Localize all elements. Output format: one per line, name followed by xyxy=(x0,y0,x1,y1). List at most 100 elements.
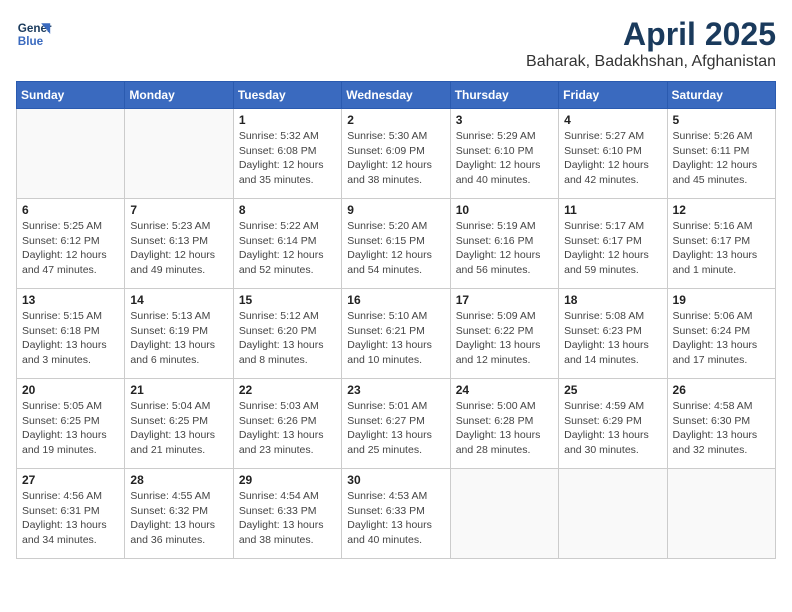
calendar-cell: 8 Sunrise: 5:22 AM Sunset: 6:14 PM Daylig… xyxy=(233,199,341,289)
day-info: Sunrise: 5:03 AM Sunset: 6:26 PM Dayligh… xyxy=(239,399,336,458)
day-info: Sunrise: 4:54 AM Sunset: 6:33 PM Dayligh… xyxy=(239,489,336,548)
day-number: 13 xyxy=(22,293,119,307)
day-number: 26 xyxy=(673,383,770,397)
day-number: 20 xyxy=(22,383,119,397)
calendar-cell: 23 Sunrise: 5:01 AM Sunset: 6:27 PM Dayli… xyxy=(342,379,450,469)
day-info: Sunrise: 5:04 AM Sunset: 6:25 PM Dayligh… xyxy=(130,399,227,458)
day-info: Sunrise: 5:26 AM Sunset: 6:11 PM Dayligh… xyxy=(673,129,770,188)
calendar-week-row: 1 Sunrise: 5:32 AM Sunset: 6:08 PM Daylig… xyxy=(17,109,776,199)
day-number: 19 xyxy=(673,293,770,307)
calendar-week-row: 6Sunrise: 5:25 AM Sunset: 6:12 PM Daylig… xyxy=(17,199,776,289)
day-number: 10 xyxy=(456,203,553,217)
day-number: 4 xyxy=(564,113,661,127)
day-info: Sunrise: 5:20 AM Sunset: 6:15 PM Dayligh… xyxy=(347,219,444,278)
calendar-table: SundayMondayTuesdayWednesdayThursdayFrid… xyxy=(16,81,776,559)
calendar-cell: 28 Sunrise: 4:55 AM Sunset: 6:32 PM Dayli… xyxy=(125,469,233,559)
day-info: Sunrise: 5:16 AM Sunset: 6:17 PM Dayligh… xyxy=(673,219,770,278)
day-number: 30 xyxy=(347,473,444,487)
weekday-header-row: SundayMondayTuesdayWednesdayThursdayFrid… xyxy=(17,82,776,109)
day-number: 25 xyxy=(564,383,661,397)
day-number: 5 xyxy=(673,113,770,127)
calendar-cell: 18 Sunrise: 5:08 AM Sunset: 6:23 PM Dayli… xyxy=(559,289,667,379)
calendar-cell: 30 Sunrise: 4:53 AM Sunset: 6:33 PM Dayli… xyxy=(342,469,450,559)
calendar-cell xyxy=(559,469,667,559)
calendar-cell: 7Sunrise: 5:23 AM Sunset: 6:13 PM Daylig… xyxy=(125,199,233,289)
day-info: Sunrise: 5:30 AM Sunset: 6:09 PM Dayligh… xyxy=(347,129,444,188)
calendar-cell: 15 Sunrise: 5:12 AM Sunset: 6:20 PM Dayli… xyxy=(233,289,341,379)
day-number: 21 xyxy=(130,383,227,397)
day-number: 23 xyxy=(347,383,444,397)
weekday-header: Sunday xyxy=(17,82,125,109)
calendar-cell: 6Sunrise: 5:25 AM Sunset: 6:12 PM Daylig… xyxy=(17,199,125,289)
calendar-cell xyxy=(17,109,125,199)
calendar-cell: 1 Sunrise: 5:32 AM Sunset: 6:08 PM Daylig… xyxy=(233,109,341,199)
calendar-cell xyxy=(667,469,775,559)
day-info: Sunrise: 5:19 AM Sunset: 6:16 PM Dayligh… xyxy=(456,219,553,278)
day-info: Sunrise: 5:25 AM Sunset: 6:12 PM Dayligh… xyxy=(22,219,119,278)
day-info: Sunrise: 5:09 AM Sunset: 6:22 PM Dayligh… xyxy=(456,309,553,368)
day-number: 28 xyxy=(130,473,227,487)
calendar-cell: 27Sunrise: 4:56 AM Sunset: 6:31 PM Dayli… xyxy=(17,469,125,559)
calendar-cell: 24Sunrise: 5:00 AM Sunset: 6:28 PM Dayli… xyxy=(450,379,558,469)
day-info: Sunrise: 5:12 AM Sunset: 6:20 PM Dayligh… xyxy=(239,309,336,368)
calendar-week-row: 27Sunrise: 4:56 AM Sunset: 6:31 PM Dayli… xyxy=(17,469,776,559)
calendar-cell: 2 Sunrise: 5:30 AM Sunset: 6:09 PM Daylig… xyxy=(342,109,450,199)
day-number: 17 xyxy=(456,293,553,307)
location-title: Baharak, Badakhshan, Afghanistan xyxy=(526,53,776,71)
day-info: Sunrise: 4:59 AM Sunset: 6:29 PM Dayligh… xyxy=(564,399,661,458)
calendar-cell xyxy=(450,469,558,559)
logo: General Blue xyxy=(16,16,52,52)
calendar-week-row: 13 Sunrise: 5:15 AM Sunset: 6:18 PM Dayli… xyxy=(17,289,776,379)
day-info: Sunrise: 5:32 AM Sunset: 6:08 PM Dayligh… xyxy=(239,129,336,188)
calendar-cell: 3Sunrise: 5:29 AM Sunset: 6:10 PM Daylig… xyxy=(450,109,558,199)
calendar-cell: 16Sunrise: 5:10 AM Sunset: 6:21 PM Dayli… xyxy=(342,289,450,379)
calendar-cell: 21 Sunrise: 5:04 AM Sunset: 6:25 PM Dayli… xyxy=(125,379,233,469)
day-info: Sunrise: 5:01 AM Sunset: 6:27 PM Dayligh… xyxy=(347,399,444,458)
calendar-cell: 20Sunrise: 5:05 AM Sunset: 6:25 PM Dayli… xyxy=(17,379,125,469)
day-info: Sunrise: 4:55 AM Sunset: 6:32 PM Dayligh… xyxy=(130,489,227,548)
day-number: 2 xyxy=(347,113,444,127)
logo-icon: General Blue xyxy=(16,16,52,52)
day-info: Sunrise: 4:58 AM Sunset: 6:30 PM Dayligh… xyxy=(673,399,770,458)
calendar-week-row: 20Sunrise: 5:05 AM Sunset: 6:25 PM Dayli… xyxy=(17,379,776,469)
day-info: Sunrise: 5:15 AM Sunset: 6:18 PM Dayligh… xyxy=(22,309,119,368)
weekday-header: Thursday xyxy=(450,82,558,109)
day-number: 15 xyxy=(239,293,336,307)
day-info: Sunrise: 5:08 AM Sunset: 6:23 PM Dayligh… xyxy=(564,309,661,368)
day-info: Sunrise: 4:53 AM Sunset: 6:33 PM Dayligh… xyxy=(347,489,444,548)
day-info: Sunrise: 5:17 AM Sunset: 6:17 PM Dayligh… xyxy=(564,219,661,278)
calendar-cell: 17 Sunrise: 5:09 AM Sunset: 6:22 PM Dayli… xyxy=(450,289,558,379)
day-info: Sunrise: 5:22 AM Sunset: 6:14 PM Dayligh… xyxy=(239,219,336,278)
calendar-cell: 22 Sunrise: 5:03 AM Sunset: 6:26 PM Dayli… xyxy=(233,379,341,469)
day-number: 22 xyxy=(239,383,336,397)
calendar-cell: 11 Sunrise: 5:17 AM Sunset: 6:17 PM Dayli… xyxy=(559,199,667,289)
day-info: Sunrise: 5:13 AM Sunset: 6:19 PM Dayligh… xyxy=(130,309,227,368)
day-info: Sunrise: 5:23 AM Sunset: 6:13 PM Dayligh… xyxy=(130,219,227,278)
calendar-cell: 9Sunrise: 5:20 AM Sunset: 6:15 PM Daylig… xyxy=(342,199,450,289)
day-info: Sunrise: 5:27 AM Sunset: 6:10 PM Dayligh… xyxy=(564,129,661,188)
calendar-cell: 13 Sunrise: 5:15 AM Sunset: 6:18 PM Dayli… xyxy=(17,289,125,379)
day-number: 11 xyxy=(564,203,661,217)
day-number: 8 xyxy=(239,203,336,217)
calendar-cell: 26 Sunrise: 4:58 AM Sunset: 6:30 PM Dayli… xyxy=(667,379,775,469)
calendar-cell xyxy=(125,109,233,199)
day-number: 24 xyxy=(456,383,553,397)
calendar-cell: 5 Sunrise: 5:26 AM Sunset: 6:11 PM Daylig… xyxy=(667,109,775,199)
calendar-cell: 25 Sunrise: 4:59 AM Sunset: 6:29 PM Dayli… xyxy=(559,379,667,469)
calendar-cell: 19 Sunrise: 5:06 AM Sunset: 6:24 PM Dayli… xyxy=(667,289,775,379)
month-title: April 2025 xyxy=(526,16,776,53)
calendar-cell: 4 Sunrise: 5:27 AM Sunset: 6:10 PM Daylig… xyxy=(559,109,667,199)
day-number: 1 xyxy=(239,113,336,127)
calendar-cell: 29 Sunrise: 4:54 AM Sunset: 6:33 PM Dayli… xyxy=(233,469,341,559)
day-number: 29 xyxy=(239,473,336,487)
day-info: Sunrise: 5:06 AM Sunset: 6:24 PM Dayligh… xyxy=(673,309,770,368)
title-area: April 2025 Baharak, Badakhshan, Afghanis… xyxy=(526,16,776,71)
day-number: 12 xyxy=(673,203,770,217)
day-number: 18 xyxy=(564,293,661,307)
svg-text:Blue: Blue xyxy=(18,35,44,48)
calendar-cell: 14Sunrise: 5:13 AM Sunset: 6:19 PM Dayli… xyxy=(125,289,233,379)
calendar-cell: 12 Sunrise: 5:16 AM Sunset: 6:17 PM Dayli… xyxy=(667,199,775,289)
weekday-header: Tuesday xyxy=(233,82,341,109)
weekday-header: Saturday xyxy=(667,82,775,109)
calendar-cell: 10 Sunrise: 5:19 AM Sunset: 6:16 PM Dayli… xyxy=(450,199,558,289)
